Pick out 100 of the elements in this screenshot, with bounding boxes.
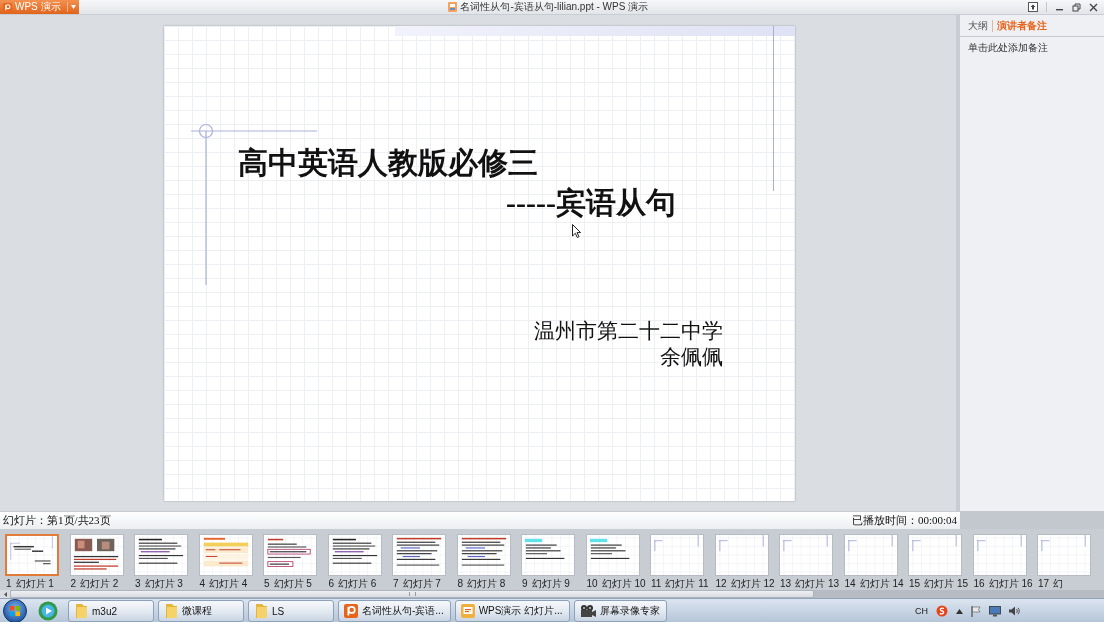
speaker-icon[interactable] <box>1009 606 1020 616</box>
slide-thumbnail[interactable] <box>650 534 704 576</box>
slide-number: 10 <box>586 578 598 590</box>
slide-number: 14 <box>844 578 856 590</box>
slide-thumbnail[interactable] <box>392 534 446 576</box>
slide-label: 幻灯片 10 <box>601 578 646 590</box>
play-icon[interactable] <box>38 601 58 621</box>
slide-label: 幻灯片 15 <box>924 578 969 590</box>
close-icon[interactable] <box>1089 2 1098 12</box>
slide-label: 幻灯片 6 <box>338 578 377 590</box>
school-name: 温州市第二十二中学 <box>534 319 723 344</box>
slide-preview-drawing <box>264 535 316 575</box>
presentation-app-icon <box>344 604 358 618</box>
slide-preview-drawing <box>586 535 639 575</box>
slide-label: 幻灯片 13 <box>795 578 840 590</box>
slide-preview-drawing <box>393 535 445 575</box>
taskbar-button[interactable]: 微课程 <box>158 600 244 622</box>
taskbar-button[interactable]: 屏幕录像专家 <box>573 600 667 622</box>
slide-thumbnail[interactable] <box>908 534 962 576</box>
slide-label: 幻灯片 1 <box>15 578 54 590</box>
slide-thumbnail[interactable] <box>456 534 511 576</box>
slide-preview-drawing <box>973 535 1026 575</box>
taskbar-button[interactable]: WPS演示 幻灯片... <box>454 600 570 622</box>
slide-counter: 幻灯片：第1页/共23页 <box>3 513 111 528</box>
slide-preview-drawing <box>844 535 897 575</box>
slide-thumbnail[interactable] <box>1037 534 1091 576</box>
taskbar-button[interactable]: m3u2 <box>68 600 154 622</box>
slide-thumbnail[interactable] <box>585 534 640 576</box>
slide-preview-drawing <box>715 535 768 575</box>
slide-preview-drawing <box>780 535 832 575</box>
slide-label: 幻灯片 8 <box>467 578 506 590</box>
slide-number: 11 <box>651 578 662 590</box>
folder-icon <box>164 603 178 619</box>
slide-preview-drawing <box>135 535 187 575</box>
input-language-indicator[interactable]: CH <box>915 606 928 616</box>
taskbar-button[interactable]: LS <box>248 600 334 622</box>
panel-tab[interactable]: 大纲 <box>964 20 992 32</box>
folder-icon <box>254 603 268 619</box>
slide-number: 3 <box>135 578 141 590</box>
slide-label: 幻灯片 7 <box>402 578 441 590</box>
slide-number: 12 <box>715 578 727 590</box>
slide-thumbnail[interactable] <box>714 534 769 576</box>
monitor-icon[interactable] <box>989 605 1001 617</box>
notes-field[interactable]: 单击此处添加备注 <box>960 37 1104 511</box>
slide-thumbnail[interactable] <box>5 534 59 576</box>
slide-number: 1 <box>6 578 12 590</box>
slide-number: 8 <box>457 578 464 590</box>
slide-number: 15 <box>909 578 921 590</box>
left-triangle-icon <box>3 591 7 597</box>
slide-preview-drawing <box>70 535 123 575</box>
slide-number: 5 <box>264 578 270 590</box>
slide-number: 2 <box>70 578 77 590</box>
slide-label: 幻 <box>1053 578 1064 590</box>
input-method-icon[interactable] <box>936 605 948 617</box>
caret-icon[interactable] <box>956 608 963 614</box>
slide-thumbnail[interactable] <box>521 534 575 576</box>
slide-thumbnail[interactable] <box>327 534 382 576</box>
slide-label: 幻灯片 9 <box>531 578 570 590</box>
slide-subtitle: -----宾语从句 <box>506 186 676 221</box>
slide-number: 7 <box>393 578 399 590</box>
slide-thumbnail[interactable] <box>843 534 898 576</box>
slide-label: 幻灯片 2 <box>80 578 119 590</box>
slide-number: 9 <box>522 578 528 590</box>
slide-preview-drawing <box>1038 535 1090 575</box>
slide-thumbnail[interactable] <box>972 534 1027 576</box>
slide-preview-drawing <box>328 535 381 575</box>
taskbar-button[interactable]: 名词性从句-宾语... <box>338 600 451 622</box>
slide-label: 幻灯片 16 <box>988 578 1033 590</box>
slide-number: 17 <box>1038 578 1050 590</box>
restore-icon[interactable] <box>1072 2 1081 12</box>
app-logo-icon <box>3 2 12 12</box>
mouse-cursor-icon <box>572 224 581 238</box>
panel-toggle-icon[interactable] <box>1028 2 1038 12</box>
slide-thumbnail[interactable] <box>69 534 124 576</box>
slide-preview-drawing <box>457 535 510 575</box>
slide-thumbnail[interactable] <box>198 534 253 576</box>
scroll-left-button[interactable] <box>0 590 10 598</box>
slide-thumbnail[interactable] <box>263 534 317 576</box>
slide-thumbnail[interactable] <box>134 534 188 576</box>
slide-preview-drawing <box>522 535 574 575</box>
slide-number: 16 <box>973 578 985 590</box>
slide-number: 6 <box>328 578 335 590</box>
slide-preview-drawing <box>651 535 703 575</box>
start-orb-icon[interactable] <box>3 599 27 622</box>
author-name: 余佩佩 <box>660 345 723 370</box>
slide-label: 幻灯片 14 <box>859 578 904 590</box>
film-camera-icon <box>579 604 596 618</box>
slideshow-app-icon <box>460 604 475 618</box>
slide-preview-drawing <box>7 536 57 574</box>
slide-number: 13 <box>780 578 792 590</box>
folder-icon <box>74 603 88 619</box>
slide-preview-drawing <box>199 535 252 575</box>
slide-label: 幻灯片 4 <box>209 578 248 590</box>
slide-number: 4 <box>199 578 206 590</box>
slide-thumbnail[interactable] <box>779 534 833 576</box>
flag-icon[interactable] <box>971 605 981 617</box>
file-icon <box>448 2 458 12</box>
slide-label: 幻灯片 5 <box>273 578 312 590</box>
slide-label: 幻灯片 3 <box>144 578 183 590</box>
slide-label: 幻灯片 12 <box>730 578 775 590</box>
